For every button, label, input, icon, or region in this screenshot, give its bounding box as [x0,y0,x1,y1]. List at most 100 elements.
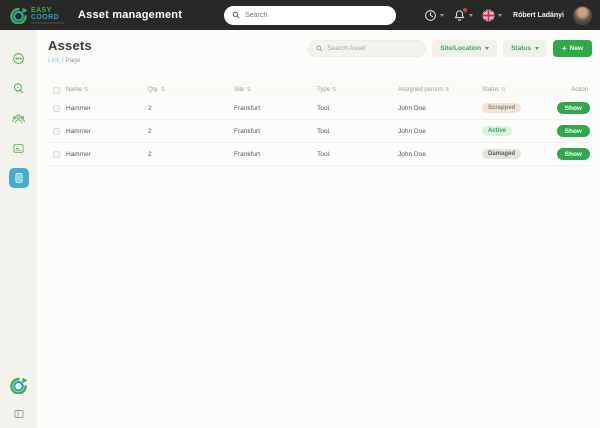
topbar-right-cluster: Róbert Ladányi [424,5,592,25]
topbar-search-input[interactable] [245,11,389,19]
row-checkbox-cell [48,145,66,163]
column-label: Site [234,87,245,93]
chevron-down-icon [440,13,445,17]
cell-assigned-person: John Doe [398,104,426,112]
page-title: Assets [48,38,92,53]
language-selector-button[interactable] [482,9,503,22]
cell-qty: 2 [148,150,152,158]
table-controls: Site/Location Status + New [308,40,592,57]
sort-icon: ⇅ [246,87,251,93]
collapse-sidebar-icon [14,410,23,418]
site-location-filter-button[interactable]: Site/Location [432,40,498,57]
cell-name: Hammer [66,104,91,112]
sidebar [0,30,37,428]
new-asset-button[interactable]: + New [552,40,592,57]
table-row: Hammer 2 Frankfurt Tool. John Doe Scrapp… [48,97,592,120]
cell-qty: 2 [148,104,152,112]
show-button[interactable]: Show [556,125,590,137]
user-name: Róbert Ladányi [513,11,564,19]
cell-action: Show [552,148,592,160]
cell-site: Frankfurt [234,150,261,158]
sort-icon: ⇅ [444,87,450,93]
avatar[interactable] [573,5,592,25]
row-checkbox[interactable] [53,128,60,135]
column-header-qty[interactable]: Qty. ⇅ [148,87,234,93]
column-header-assigned-person[interactable]: Assigned person ⇅ [398,87,482,93]
cell-type: Tool. [317,104,331,112]
chevron-down-icon [534,47,539,50]
uk-flag-icon [482,9,495,21]
column-header-name[interactable]: Name ⇅ [66,87,148,93]
asset-search[interactable] [308,40,427,57]
table-row: Hammer 2 Frankfurt Tool. John Doe Active… [48,120,592,143]
sort-icon: ⇅ [501,87,506,93]
status-badge: Active [482,126,513,136]
column-label: Action [571,87,588,93]
show-button[interactable]: Show [556,102,590,114]
logo-line1: EASY [31,6,52,14]
column-header-action: Action [552,87,592,93]
chevron-down-icon [469,13,474,17]
cell-site: Frankfurt [234,104,261,112]
history-menu-button[interactable] [424,9,445,22]
sidebar-item-card[interactable] [9,138,29,158]
column-label: Type [317,87,331,93]
cell-site: Frankfurt [234,127,261,135]
search-icon [232,11,240,19]
column-header-type[interactable]: Type ⇅ [317,87,398,93]
sort-icon: ⇅ [160,87,166,93]
column-header-site[interactable]: Site ⇅ [234,87,317,93]
chat-icon [13,52,24,64]
row-checkbox-cell [48,99,66,117]
table-row: Hammer 2 Frankfurt Tool. John Doe Damage… [48,143,592,166]
breadcrumb: Link / Page [48,57,92,64]
logo-text: EASY COORD [31,7,65,24]
status-filter-button[interactable]: Status [503,40,547,57]
sidebar-item-chat[interactable] [9,48,29,68]
app-title: Asset management [78,9,183,21]
sidebar-item-assets[interactable] [8,168,29,188]
cell-action: Show [552,125,592,137]
notification-dot [463,7,468,12]
cell-assigned-person: John Doe [398,150,426,158]
table-header-row: Name ⇅ Qty. ⇅ Site ⇅ Type ⇅ Assigned per… [48,81,592,97]
collapse-sidebar-button[interactable] [13,408,25,420]
cell-status: Active [482,126,552,136]
column-header-status[interactable]: Status ⇅ [482,87,552,93]
breadcrumb-link[interactable]: Link [48,57,60,64]
sidebar-item-team[interactable] [9,108,29,128]
cell-status: Scrapped [482,103,552,113]
select-all-checkbox[interactable] [53,87,60,94]
cell-name: Hammer [66,127,91,135]
sidebar-bottom [10,377,27,420]
sort-icon: ⇅ [84,87,89,93]
content-header: Assets Link / Page Site/Location St [48,38,592,64]
app-window: EASY COORD Asset management Search Róber… [0,0,600,428]
row-checkbox[interactable] [53,151,60,158]
bell-wrap [453,7,468,22]
title-block: Assets Link / Page [48,38,92,64]
main-content: Assets Link / Page Site/Location St [37,30,600,428]
logo-tagline [31,21,65,24]
asset-search-input[interactable] [327,45,419,52]
team-icon [12,114,25,123]
row-checkbox[interactable] [53,105,60,112]
column-label: Assigned person [398,87,443,93]
header-checkbox-cell [48,81,66,99]
chevron-down-icon [498,13,503,17]
row-checkbox-cell [48,122,66,140]
show-button[interactable]: Show [556,148,590,160]
cell-type: Tool. [317,150,331,158]
cell-qty: 2 [148,127,152,135]
topbar: EASY COORD Asset management Search Róber… [0,0,600,30]
easycoord-logo[interactable]: EASY COORD [10,7,65,24]
easycoord-logo-icon [10,7,27,24]
topbar-search[interactable] [224,5,397,25]
notifications-button[interactable] [453,7,474,22]
column-label: Qty. [148,87,159,93]
breadcrumb-current: Page [65,57,81,64]
clock-icon [425,9,436,21]
sidebar-item-search[interactable] [9,78,29,98]
cell-name: Hammer [66,150,91,158]
cell-status: Damaged [482,149,552,159]
